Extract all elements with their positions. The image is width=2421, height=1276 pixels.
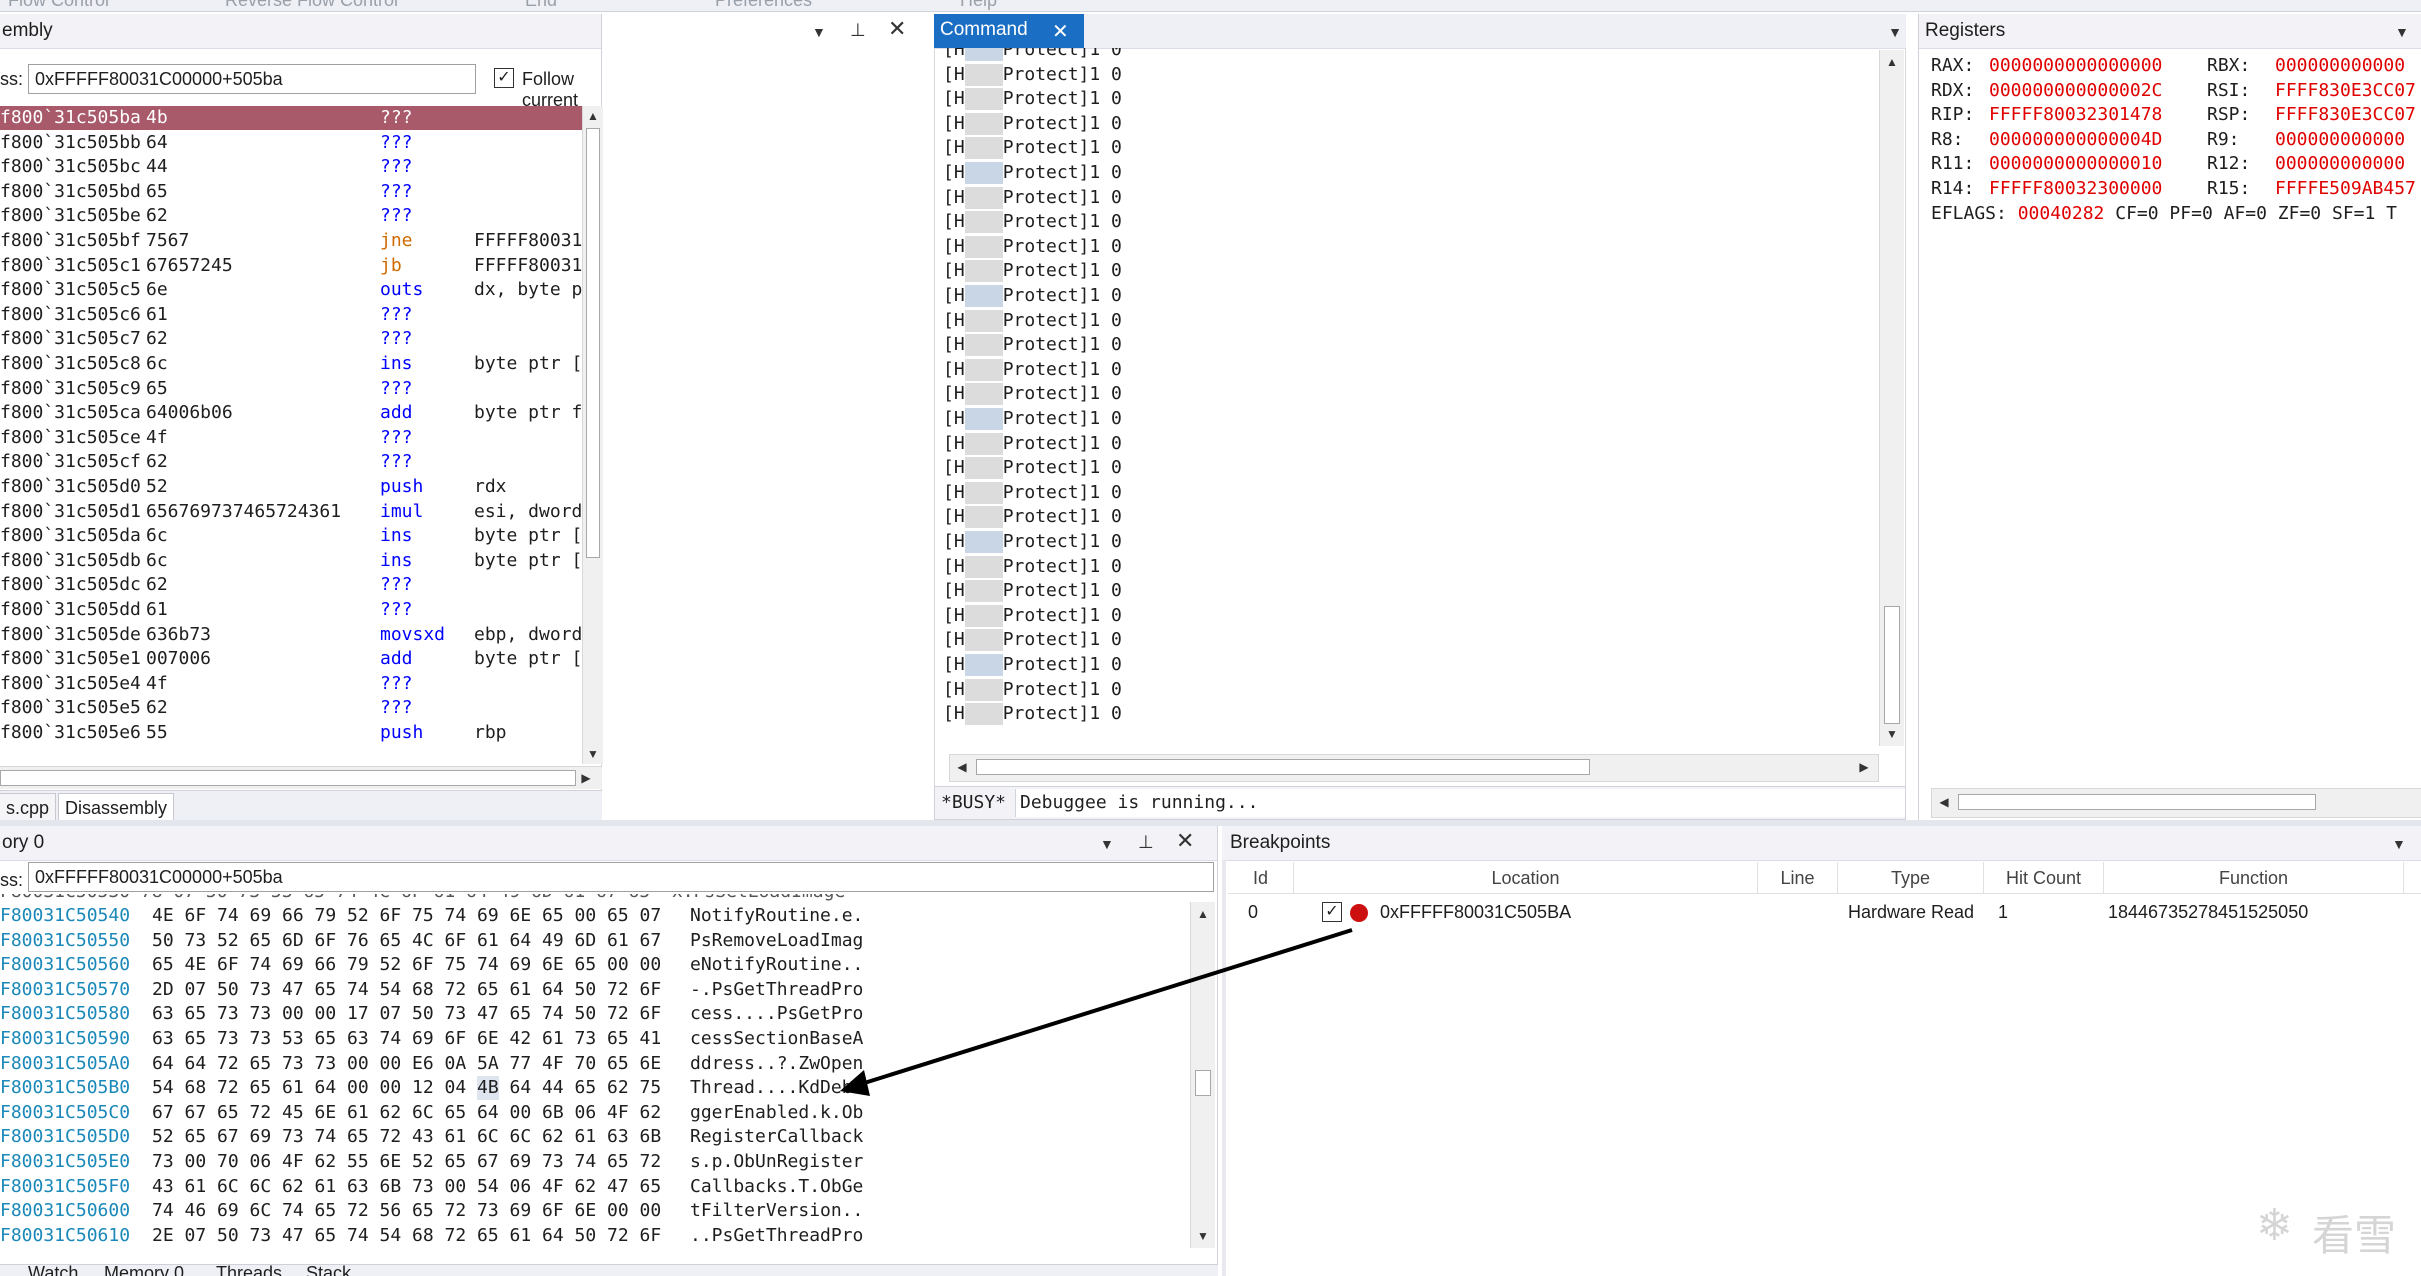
snowflake-icon: ❄ [2256, 1201, 2293, 1250]
annotation-arrow [840, 928, 1353, 1096]
watermark-text: 看雪 [2312, 1212, 2397, 1259]
watermark-logo: ❄ 看雪 [2256, 1198, 2416, 1259]
